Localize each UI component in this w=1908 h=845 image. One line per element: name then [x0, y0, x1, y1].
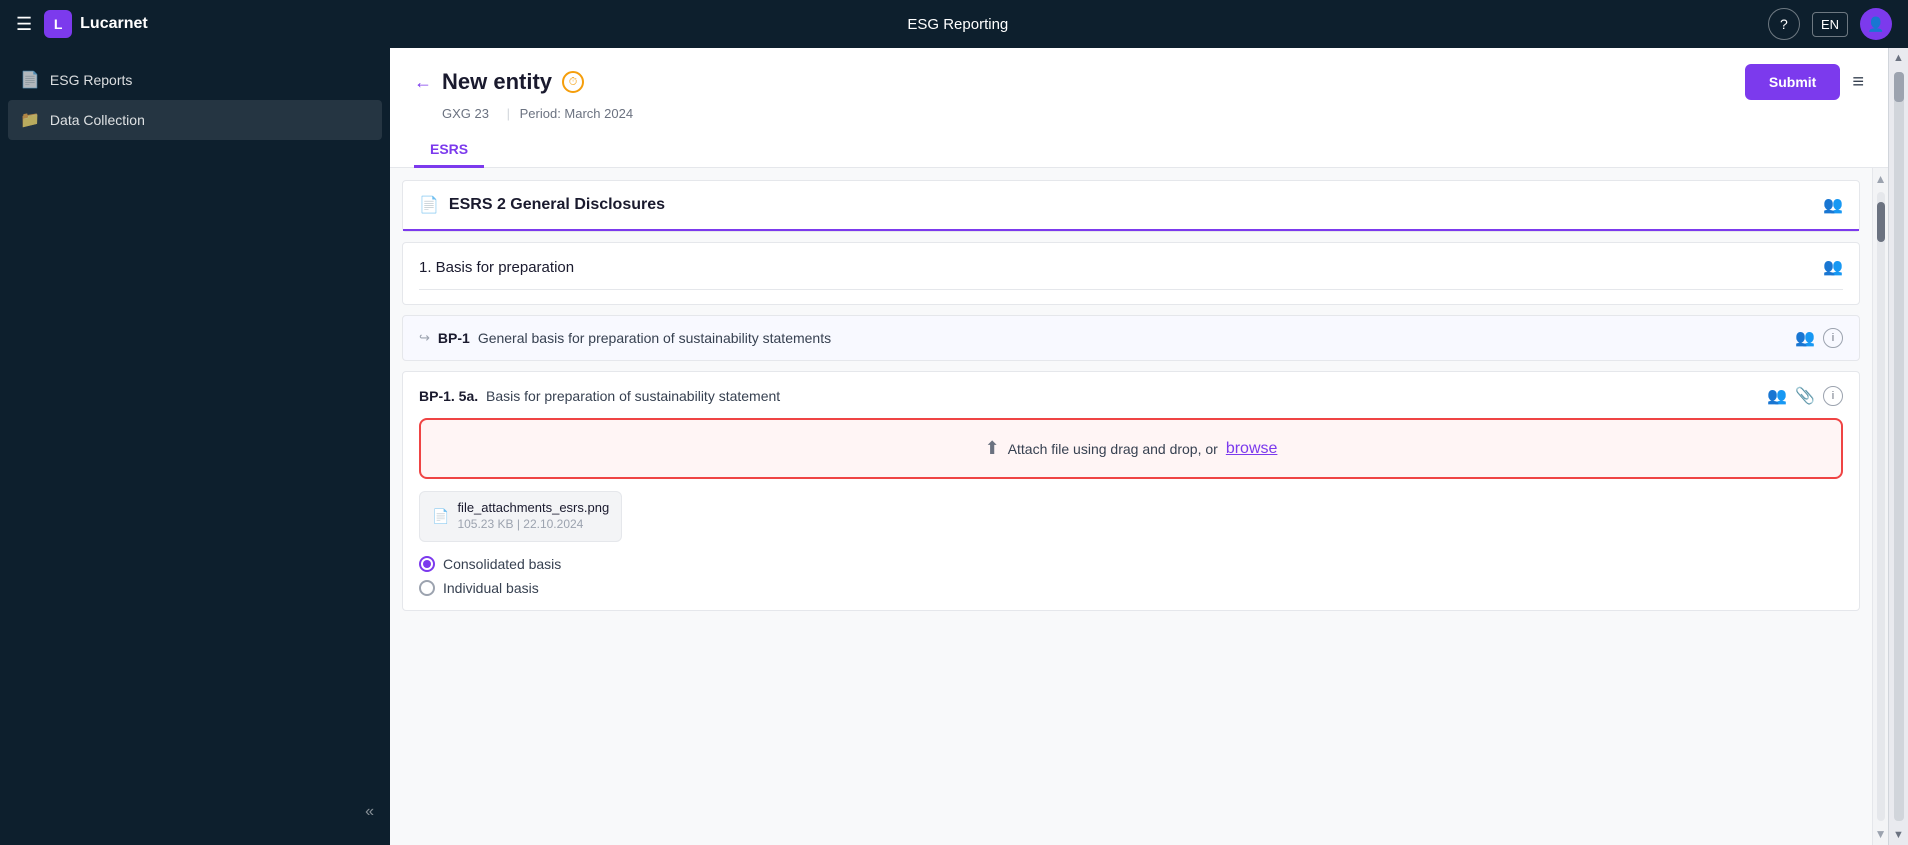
top-nav: ☰ L Lucarnet ESG Reporting ? EN 👤 — [0, 0, 1908, 48]
radio-consolidated-label: Consolidated basis — [443, 556, 561, 572]
outer-scroll-track — [1894, 72, 1904, 821]
logo: L Lucarnet — [44, 10, 148, 38]
file-size: 105.23 KB — [457, 517, 513, 531]
header-right: Submit ≡ — [1745, 64, 1864, 100]
sidebar: 📄 ESG Reports 📁 Data Collection « — [0, 48, 390, 845]
main-layout: 📄 ESG Reports 📁 Data Collection « ← New … — [0, 48, 1908, 845]
scroll-up-arrow[interactable]: ▲ — [1873, 170, 1888, 188]
bp1-5a-title: BP-1. 5a. Basis for preparation of susta… — [419, 388, 780, 404]
submit-button[interactable]: Submit — [1745, 64, 1840, 100]
options-menu-icon[interactable]: ≡ — [1852, 71, 1864, 94]
file-date: 22.10.2024 — [523, 517, 583, 531]
bp1-row: ↪ BP-1 General basis for preparation of … — [402, 315, 1860, 361]
outer-scroll-down[interactable]: ▼ — [1889, 825, 1908, 845]
outer-scroll-thumb[interactable] — [1894, 72, 1904, 102]
logo-text: Lucarnet — [80, 15, 148, 33]
browse-link[interactable]: browse — [1226, 440, 1278, 458]
user-avatar[interactable]: 👤 — [1860, 8, 1892, 40]
radio-individual-circle — [419, 580, 435, 596]
sidebar-label-data-collection: Data Collection — [50, 112, 145, 128]
assign-users-icon[interactable]: 👥 — [1823, 195, 1843, 215]
section-title: ESRS 2 General Disclosures — [449, 196, 665, 214]
bp1-left: ↪ BP-1 General basis for preparation of … — [419, 330, 831, 346]
content-header: ← New entity ⏱ Submit ≡ GXG 23 | Period:… — [390, 48, 1888, 168]
bp1-info-icon[interactable]: i — [1823, 328, 1843, 348]
drop-zone-text: Attach file using drag and drop, or — [1008, 441, 1218, 457]
entity-title-row: ← New entity ⏱ Submit ≡ — [414, 64, 1864, 100]
tabs-row: ESRS — [414, 133, 1864, 167]
entity-period: Period: March 2024 — [520, 106, 633, 121]
outer-scroll-up[interactable]: ▲ — [1889, 48, 1908, 68]
scroll-thumb[interactable] — [1877, 202, 1885, 242]
bp1-5a-users-icon[interactable]: 👥 — [1767, 386, 1787, 406]
menu-icon[interactable]: ☰ — [16, 14, 32, 35]
bp1-5a-icons: 👥 📎 i — [1767, 386, 1843, 406]
bp1-description: General basis for preparation of sustain… — [478, 330, 831, 346]
content-scroll: 📄 ESRS 2 General Disclosures 👥 1. Basis … — [390, 168, 1872, 845]
help-button[interactable]: ? — [1768, 8, 1800, 40]
collapse-button[interactable]: « — [365, 803, 374, 821]
bp1-5a-description: Basis for preparation of sustainability … — [486, 388, 780, 404]
basis-subsection: 1. Basis for preparation 👥 — [402, 242, 1860, 305]
content-scrollbar[interactable]: ▲ ▼ — [1872, 168, 1888, 845]
file-meta: 105.23 KB | 22.10.2024 — [457, 517, 583, 531]
section-header: 📄 ESRS 2 General Disclosures 👥 — [403, 181, 1859, 231]
app-title: ESG Reporting — [148, 16, 1768, 33]
esg-reports-icon: 📄 — [20, 70, 40, 90]
upload-icon: ⬆ — [985, 438, 1000, 459]
clock-icon: ⏱ — [562, 71, 584, 93]
bp1-users-icon[interactable]: 👥 — [1795, 328, 1815, 348]
entity-title: New entity — [442, 69, 552, 95]
content-with-scrollbar: 📄 ESRS 2 General Disclosures 👥 1. Basis … — [390, 168, 1888, 845]
radio-consolidated-circle — [419, 556, 435, 572]
sidebar-label-esg-reports: ESG Reports — [50, 72, 132, 88]
meta-separator: | — [507, 106, 510, 121]
nav-icons: ? EN 👤 — [1768, 8, 1892, 40]
sidebar-item-esg-reports[interactable]: 📄 ESG Reports — [0, 60, 390, 100]
content-area: ← New entity ⏱ Submit ≡ GXG 23 | Period:… — [390, 48, 1888, 845]
radio-group: Consolidated basis Individual basis — [419, 556, 1843, 596]
sidebar-item-data-collection[interactable]: 📁 Data Collection — [8, 100, 382, 140]
bp1-arrow-icon: ↪ — [419, 330, 430, 346]
esrs2-section: 📄 ESRS 2 General Disclosures 👥 — [402, 180, 1860, 232]
radio-consolidated[interactable]: Consolidated basis — [419, 556, 1843, 572]
section-doc-icon: 📄 — [419, 195, 439, 215]
file-name: file_attachments_esrs.png — [457, 500, 609, 515]
subsection-assign-icon[interactable]: 👥 — [1823, 257, 1843, 277]
section-right: 👥 — [1823, 195, 1843, 215]
file-drop-zone[interactable]: ⬆ Attach file using drag and drop, or br… — [419, 418, 1843, 479]
scroll-down-arrow[interactable]: ▼ — [1873, 825, 1888, 843]
file-icon: 📄 — [432, 508, 449, 525]
section-header-left: 📄 ESRS 2 General Disclosures — [419, 195, 665, 215]
logo-icon: L — [44, 10, 72, 38]
bp1-5a-code: BP-1. 5a. — [419, 388, 478, 404]
radio-individual-label: Individual basis — [443, 580, 539, 596]
file-attachment: 📄 file_attachments_esrs.png 105.23 KB | … — [419, 491, 622, 542]
bp1-5a-info-icon[interactable]: i — [1823, 386, 1843, 406]
outer-right-panel: ▲ ▼ — [1888, 48, 1908, 845]
tab-esrs[interactable]: ESRS — [414, 133, 484, 168]
entity-meta: GXG 23 | Period: March 2024 — [442, 106, 1864, 121]
bp1-5a-header: BP-1. 5a. Basis for preparation of susta… — [419, 386, 1843, 406]
back-arrow[interactable]: ← — [414, 72, 432, 93]
data-collection-icon: 📁 — [20, 110, 40, 130]
radio-individual[interactable]: Individual basis — [419, 580, 1843, 596]
subsection-header: 1. Basis for preparation 👥 — [419, 257, 1843, 290]
file-info: file_attachments_esrs.png 105.23 KB | 22… — [457, 500, 609, 533]
sidebar-collapse: « — [0, 791, 390, 833]
bp1-5a-section: BP-1. 5a. Basis for preparation of susta… — [402, 371, 1860, 611]
bp1-header: ↪ BP-1 General basis for preparation of … — [419, 328, 1843, 348]
scroll-track — [1877, 192, 1885, 821]
language-button[interactable]: EN — [1812, 12, 1848, 37]
subsection-title: 1. Basis for preparation — [419, 259, 574, 276]
bp1-5a-attach-icon[interactable]: 📎 — [1795, 386, 1815, 406]
entity-code: GXG 23 — [442, 106, 489, 121]
entity-title-left: ← New entity ⏱ — [414, 69, 584, 95]
bp1-code: BP-1 — [438, 330, 470, 346]
bp1-icons: 👥 i — [1795, 328, 1843, 348]
